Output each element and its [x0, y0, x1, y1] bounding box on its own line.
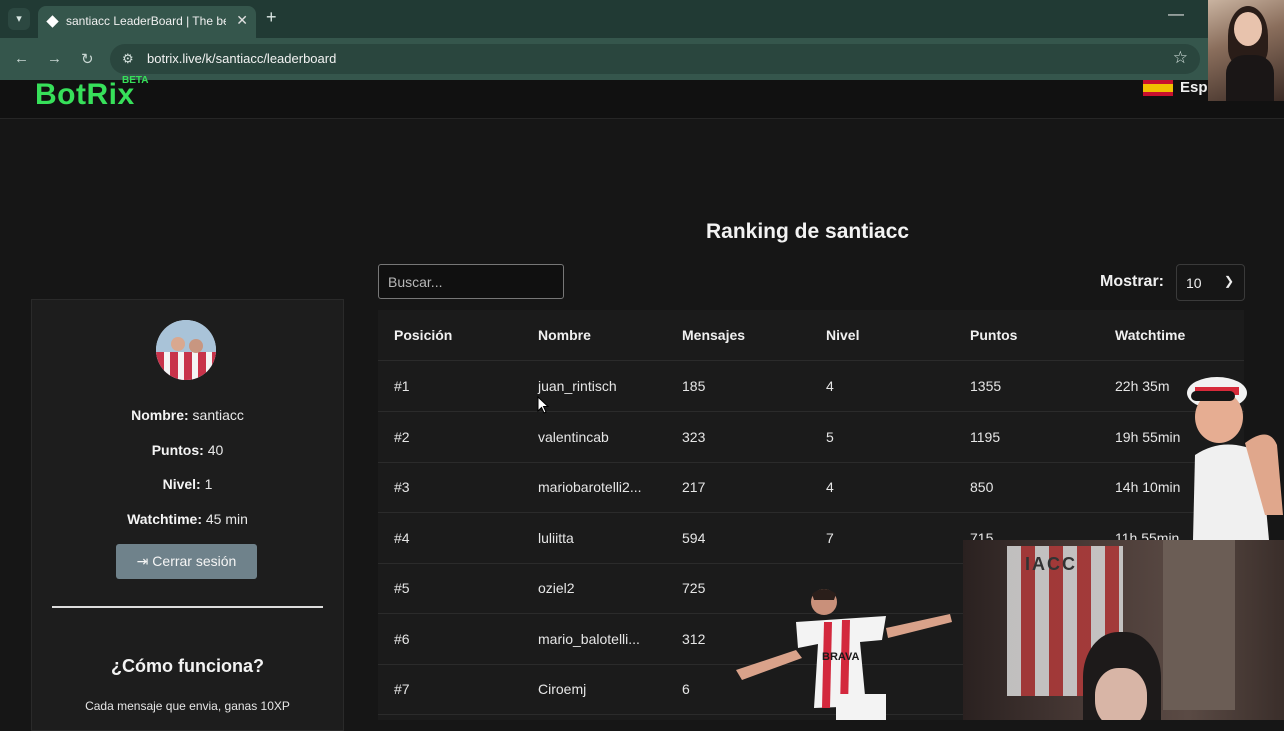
streamer-sticker-image — [1187, 377, 1283, 540]
column-header-level[interactable]: Nivel — [826, 310, 859, 360]
site-settings-icon[interactable]: ⚙ — [122, 51, 134, 67]
cell-level: 5 — [826, 428, 834, 445]
webcam-overlay-bottom: IACC — [963, 540, 1284, 720]
cell-name[interactable]: juan_rintisch — [538, 361, 617, 411]
minimize-window-icon[interactable]: — — [1168, 6, 1184, 24]
cell-position: #1 — [394, 378, 410, 394]
column-header-points[interactable]: Puntos — [970, 310, 1017, 360]
browser-tab-bar: ▾ santiacc LeaderBoard | The best ✕ + — — [0, 0, 1284, 38]
jersey-text: BRAVA — [822, 651, 860, 663]
cell-position: #6 — [394, 630, 410, 647]
cell-position: #5 — [394, 580, 410, 596]
language-selector[interactable]: Esp — [1180, 79, 1208, 96]
cell-name[interactable]: oziel2 — [538, 563, 575, 613]
back-icon[interactable]: ← — [14, 50, 29, 67]
flag-text: IACC — [1025, 554, 1077, 574]
logout-label: Cerrar sesión — [152, 553, 237, 569]
cell-position: #4 — [394, 529, 410, 546]
cell-level: 4 — [826, 378, 834, 394]
cell-watchtime: 22h 35m — [1115, 378, 1170, 394]
browser-toolbar: ← → ↻ ⚙ botrix.live/k/santiacc/leaderboa… — [0, 38, 1284, 80]
tab-title: santiacc LeaderBoard | The best — [66, 14, 226, 28]
spain-flag-icon[interactable] — [1143, 80, 1173, 96]
tab-close-icon[interactable]: ✕ — [236, 12, 248, 29]
forward-icon[interactable]: → — [47, 50, 62, 67]
address-bar[interactable]: ⚙ botrix.live/k/santiacc/leaderboard ☆ — [110, 44, 1200, 74]
botrix-logo[interactable]: BotRix — [35, 78, 135, 112]
user-avatar — [156, 320, 216, 380]
bookmark-star-icon[interactable]: ☆ — [1173, 48, 1188, 68]
logout-button[interactable]: ⇥ Cerrar sesión — [116, 544, 257, 579]
cell-messages: 594 — [682, 529, 706, 546]
beta-badge: BETA — [122, 75, 149, 86]
profile-name: Nombre: santiacc — [131, 407, 244, 423]
table-row: #1 juan_rintisch 185 4 1355 22h 35m — [378, 361, 1244, 412]
cell-level: 7 — [826, 529, 834, 546]
cell-points: 1195 — [970, 428, 1001, 445]
column-header-messages[interactable]: Mensajes — [682, 310, 745, 360]
show-count-value: 10 — [1186, 275, 1202, 291]
search-input[interactable] — [378, 264, 564, 299]
cell-messages: 217 — [682, 479, 706, 495]
new-tab-icon[interactable]: + — [266, 7, 277, 28]
table-row: #2 valentincab 323 5 1195 19h 55min — [378, 412, 1244, 463]
table-header-row: Posición Nombre Mensajes Nivel Puntos Wa… — [378, 310, 1244, 361]
cell-messages: 725 — [682, 580, 706, 596]
cell-messages: 6 — [682, 681, 690, 697]
how-it-works-text: Cada mensaje que envia, ganas 10XP — [85, 699, 290, 713]
how-it-works-title: ¿Cómo funciona? — [111, 656, 264, 676]
mouse-cursor-icon — [537, 396, 549, 414]
botrix-favicon-icon — [46, 15, 59, 28]
cell-name[interactable]: mario_balotelli... — [538, 614, 640, 664]
football-player-sticker-image: BRAVA — [736, 589, 952, 720]
divider — [52, 606, 323, 608]
cell-name[interactable]: valentincab — [538, 412, 609, 462]
cell-position: #2 — [394, 428, 410, 445]
table-row: #3 mariobarotelli2... 217 4 850 14h 10min — [378, 462, 1244, 513]
cell-name[interactable]: mariobarotelli2... — [538, 462, 642, 512]
profile-level: Nivel: 1 — [162, 476, 213, 492]
profile-card: Nombre: santiacc Puntos: 40 Nivel: 1 Wat… — [31, 299, 344, 731]
page-title: Ranking de santiacc — [706, 220, 910, 243]
show-label: Mostrar: — [1100, 273, 1165, 290]
cell-position: #7 — [394, 681, 410, 697]
site-header: BotRix BETA Esp — [0, 75, 1284, 119]
cell-position: #3 — [394, 479, 410, 495]
cell-messages: 323 — [682, 428, 706, 445]
cell-name[interactable]: Ciroemj — [538, 664, 586, 714]
cell-points: 850 — [970, 479, 994, 495]
url-text: botrix.live/k/santiacc/leaderboard — [147, 51, 337, 66]
webcam-overlay-top — [1208, 0, 1284, 101]
tab-search-dropdown-icon[interactable]: ▾ — [8, 8, 30, 30]
sign-out-icon: ⇥ — [136, 553, 149, 569]
browser-tab[interactable]: santiacc LeaderBoard | The best ✕ — [38, 6, 256, 38]
reload-icon[interactable]: ↻ — [81, 50, 94, 68]
column-header-watchtime[interactable]: Watchtime — [1115, 310, 1185, 360]
cell-messages: 312 — [682, 630, 706, 647]
chevron-down-icon: ❯ — [1223, 274, 1234, 288]
cell-name[interactable]: luliitta — [538, 513, 574, 563]
column-header-position[interactable]: Posición — [394, 310, 452, 360]
cell-level: 4 — [826, 479, 834, 495]
cell-points: 1355 — [970, 378, 1002, 394]
show-count-select[interactable]: 10 ❯ — [1176, 264, 1245, 301]
profile-points: Puntos: 40 — [151, 442, 224, 458]
profile-watchtime: Watchtime: 45 min — [127, 511, 248, 527]
column-header-name[interactable]: Nombre — [538, 310, 591, 360]
cell-messages: 185 — [682, 378, 706, 394]
